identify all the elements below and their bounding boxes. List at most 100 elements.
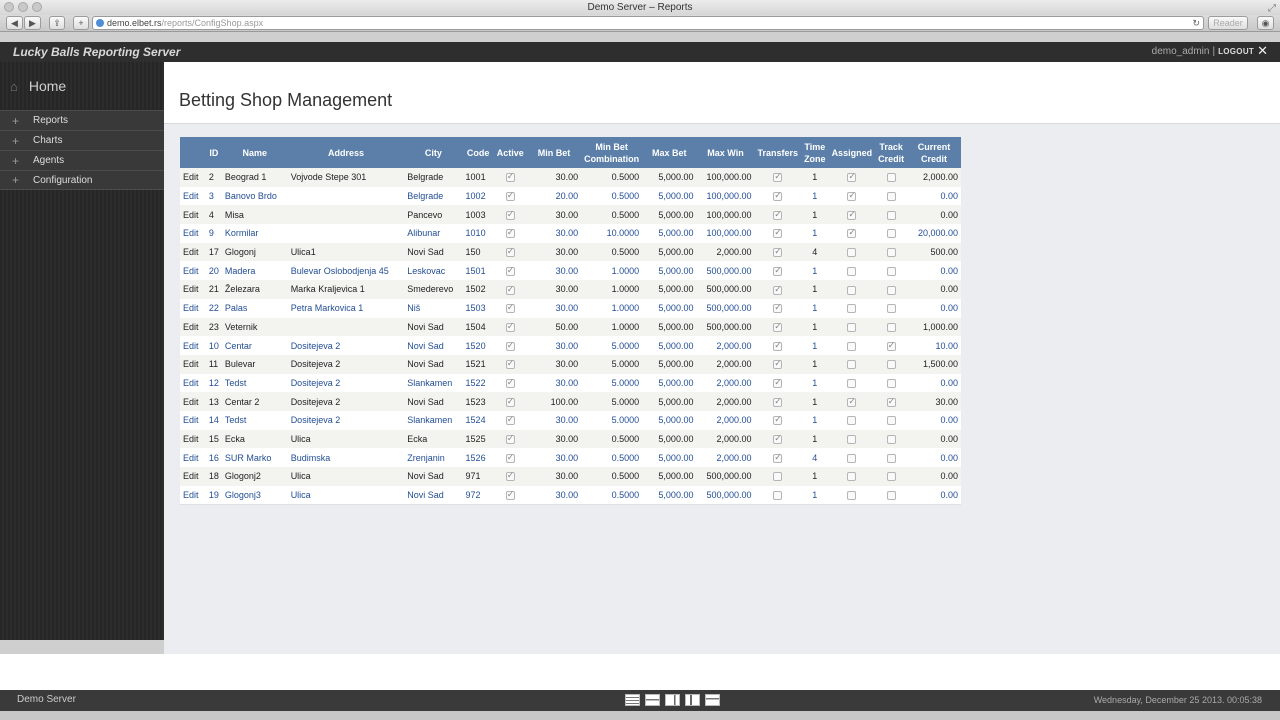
minimize-window-button[interactable] — [18, 2, 28, 12]
new-tab-button[interactable]: + — [73, 16, 89, 30]
address-bar[interactable]: demo.elbet.rs/reports/ConfigShop.aspx ↻ — [92, 16, 1204, 30]
edit-link[interactable]: Edit — [180, 354, 206, 374]
edit-link[interactable]: Edit — [180, 448, 206, 467]
sidebar-home[interactable]: ⌂ Home — [0, 62, 164, 110]
col-max-win[interactable]: Max Win — [696, 137, 755, 168]
sidebar-item-agents[interactable]: + Agents — [0, 150, 164, 170]
fullscreen-icon[interactable]: ⤢ — [1268, 1, 1276, 16]
checkbox — [886, 304, 896, 314]
cell-min-bet: 100.00 — [526, 392, 582, 411]
reload-icon[interactable]: ↻ — [1192, 17, 1200, 29]
edit-link[interactable]: Edit — [180, 280, 206, 299]
split-horizontal-icon[interactable] — [645, 694, 660, 706]
edit-link[interactable]: Edit — [180, 261, 206, 281]
cell-min-bet: 30.00 — [526, 168, 582, 187]
close-window-button[interactable] — [4, 2, 14, 12]
top-bar-icon[interactable] — [705, 694, 720, 706]
cell-min-bet-combination: 5.0000 — [581, 354, 643, 374]
col-current-credit[interactable]: Current Credit — [907, 137, 961, 168]
edit-link[interactable]: Edit — [180, 205, 206, 225]
cell-max-bet: 5,000.00 — [642, 317, 697, 337]
back-button[interactable]: ◀ — [6, 16, 23, 30]
col-time-zone[interactable]: Time Zone — [801, 137, 829, 168]
col-min-bet[interactable]: Min Bet — [526, 137, 582, 168]
sidebar-item-reports[interactable]: + Reports — [0, 110, 164, 130]
edit-link[interactable]: Edit — [180, 298, 206, 318]
edit-link[interactable]: Edit — [180, 373, 206, 393]
cell-city: Slankamen — [404, 373, 463, 393]
cell-time-zone: 1 — [801, 467, 829, 486]
window-title: Demo Server – Reports — [587, 2, 693, 13]
close-icon[interactable]: ✕ — [1257, 44, 1268, 57]
logout-link[interactable]: LOGOUT — [1218, 47, 1254, 56]
cell-track-credit — [875, 485, 908, 505]
plus-icon: + — [12, 113, 20, 128]
sidebar-item-charts[interactable]: + Charts — [0, 130, 164, 150]
home-label: Home — [28, 78, 67, 94]
cell-track-credit — [875, 336, 908, 355]
cell-current-credit: 0.00 — [907, 261, 961, 281]
edit-link[interactable]: Edit — [180, 336, 206, 355]
split-right-icon[interactable] — [665, 694, 680, 706]
cell-code: 1501 — [462, 261, 494, 281]
edit-link[interactable]: Edit — [180, 242, 206, 262]
cell-max-bet: 5,000.00 — [642, 373, 697, 393]
col-code[interactable]: Code — [462, 137, 494, 168]
col-city[interactable]: City — [404, 137, 463, 168]
cell-max-bet: 5,000.00 — [642, 224, 697, 243]
col-transfers[interactable]: Transfers — [754, 137, 802, 168]
cell-min-bet: 20.00 — [526, 186, 582, 206]
downloads-button[interactable]: ◉ — [1257, 16, 1274, 30]
status-bar: Demo Server Wednesday, December 25 2013.… — [0, 690, 1280, 711]
cell-code: 1523 — [462, 392, 494, 411]
sidebar-item-label: Charts — [33, 135, 63, 146]
col-max-bet[interactable]: Max Bet — [642, 137, 697, 168]
edit-link[interactable]: Edit — [180, 485, 206, 505]
split-left-icon[interactable] — [685, 694, 700, 706]
cell-city: Novi Sad — [404, 354, 463, 374]
checkbox — [847, 266, 857, 276]
edit-link[interactable]: Edit — [180, 317, 206, 337]
cell-city: Ecka — [404, 429, 463, 449]
user-separator: | — [1212, 45, 1216, 57]
col-id[interactable]: ID — [205, 137, 222, 168]
cell-max-bet: 5,000.00 — [642, 448, 697, 467]
window-controls — [4, 2, 42, 12]
cell-min-bet-combination: 0.5000 — [581, 205, 643, 225]
col-address[interactable]: Address — [287, 137, 405, 168]
window-bottom — [0, 711, 1280, 720]
reader-button[interactable]: Reader — [1208, 16, 1248, 30]
cell-assigned — [828, 261, 876, 281]
cell-name: Tedst — [221, 373, 288, 393]
col-name[interactable]: Name — [221, 137, 288, 168]
edit-link[interactable]: Edit — [180, 392, 206, 411]
forward-button[interactable]: ▶ — [24, 16, 41, 30]
col-assigned[interactable]: Assigned — [828, 137, 876, 168]
cell-time-zone: 1 — [801, 410, 829, 430]
col-active[interactable]: Active — [493, 137, 527, 168]
share-button[interactable]: ⇪ — [49, 16, 65, 30]
checkbox — [886, 472, 896, 482]
cell-min-bet: 30.00 — [526, 354, 582, 374]
cell-id: 13 — [205, 392, 222, 411]
cell-city: Novi Sad — [404, 336, 463, 355]
cell-transfers — [754, 298, 802, 318]
cell-max-bet: 5,000.00 — [642, 186, 697, 206]
zoom-window-button[interactable] — [32, 2, 42, 12]
col-track-credit[interactable]: Track Credit — [875, 137, 908, 168]
table-row: Edit 20 Madera Bulevar Oslobodjenja 45 Lesko… — [180, 261, 961, 281]
col-min-bet-combination[interactable]: Min Bet Combination — [581, 137, 643, 168]
edit-link[interactable]: Edit — [180, 224, 206, 243]
cell-code: 1504 — [462, 317, 494, 337]
cell-code: 1502 — [462, 280, 494, 299]
cell-code: 1525 — [462, 429, 494, 449]
edit-link[interactable]: Edit — [180, 429, 206, 449]
sidebar-item-configuration[interactable]: + Configuration — [0, 170, 164, 190]
checkbox — [847, 490, 857, 500]
edit-link[interactable]: Edit — [180, 168, 206, 187]
edit-link[interactable]: Edit — [180, 467, 206, 486]
rows-layout-icon[interactable] — [625, 694, 640, 706]
edit-link[interactable]: Edit — [180, 410, 206, 430]
edit-link[interactable]: Edit — [180, 186, 206, 206]
cell-active — [493, 373, 527, 393]
